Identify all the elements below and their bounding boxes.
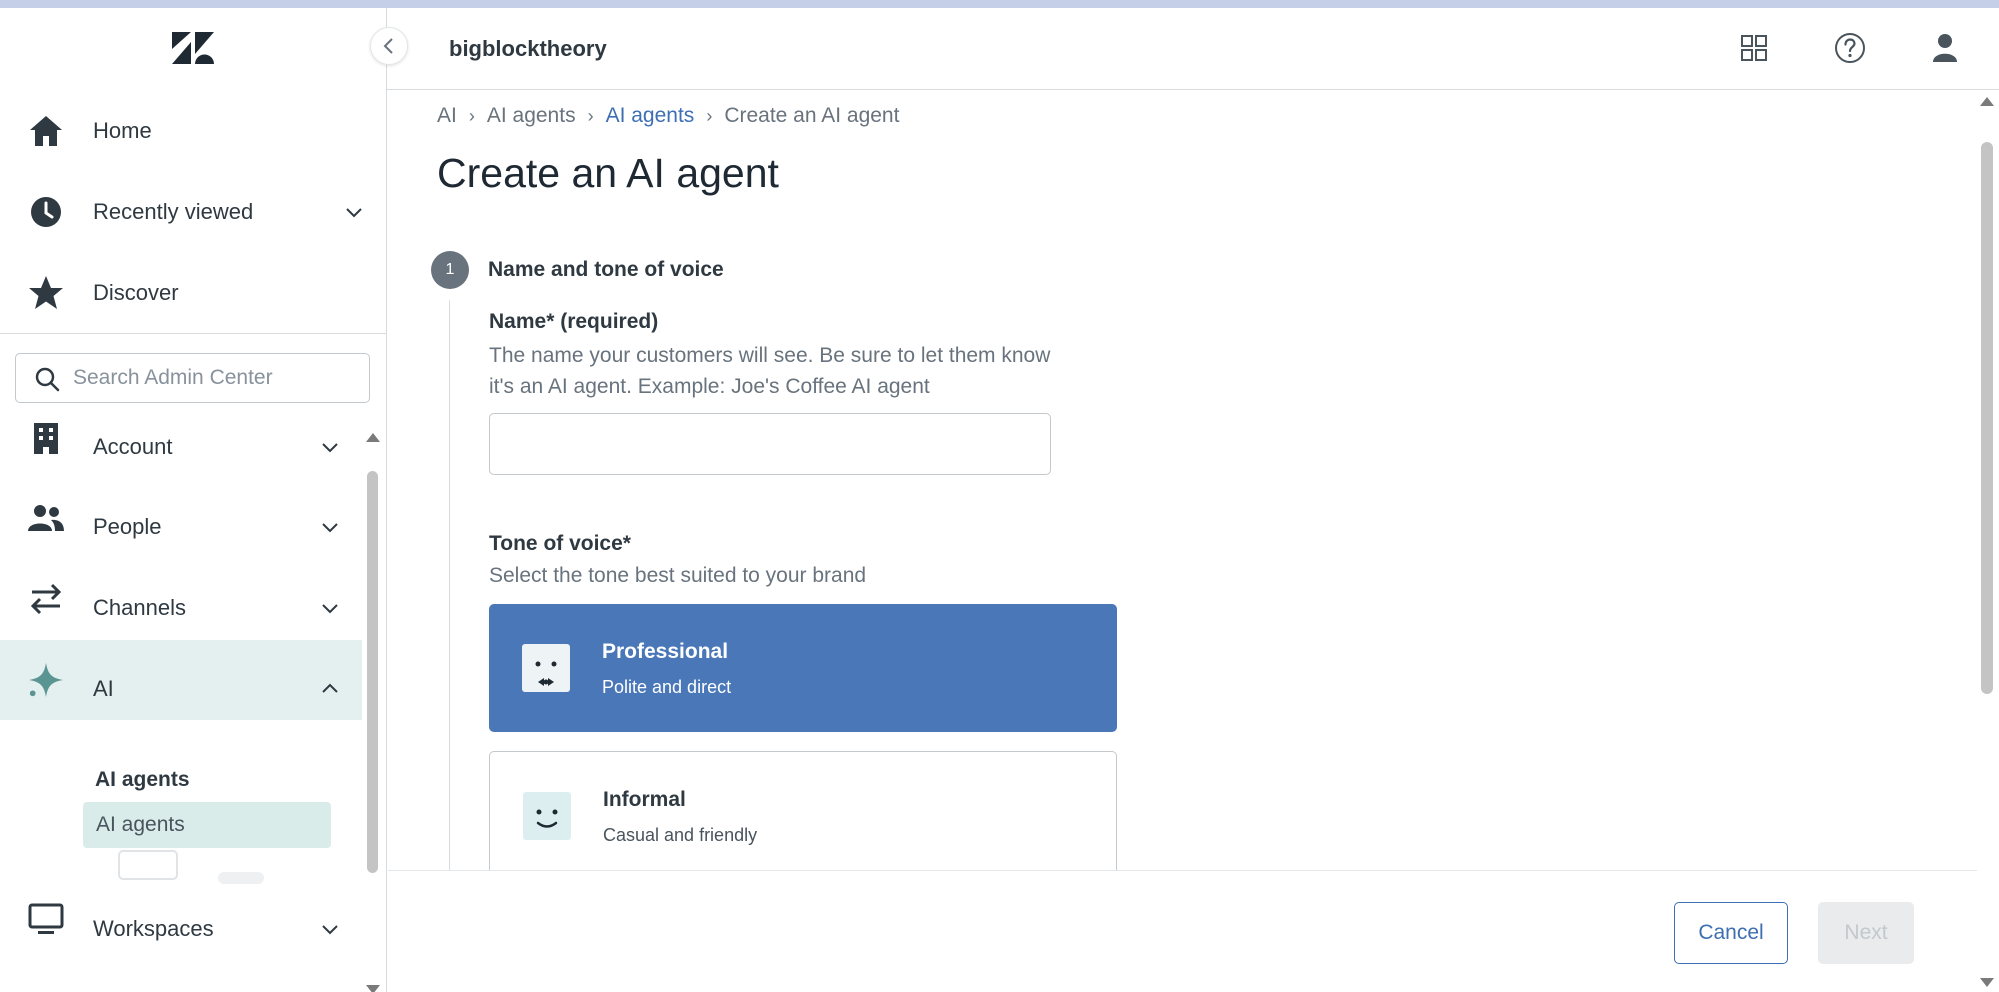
chevron-right-icon: › — [587, 105, 594, 126]
chevron-right-icon: › — [706, 105, 713, 126]
chevron-down-icon[interactable] — [319, 918, 341, 940]
sidebar-item-label: Channels — [93, 595, 186, 620]
professional-face-icon — [522, 644, 570, 692]
tone-field-hint: Select the tone best suited to your bran… — [489, 564, 867, 587]
sidebar-subitem-ai-agents[interactable]: AI agents — [83, 802, 331, 848]
chevron-left-icon — [383, 38, 393, 54]
chevron-down-icon[interactable] — [319, 436, 341, 458]
tone-option-professional[interactable]: Professional Polite and direct — [489, 604, 1117, 732]
chevron-up-icon[interactable] — [319, 678, 341, 700]
search-input[interactable] — [73, 362, 358, 394]
breadcrumb-current: Create an AI agent — [724, 104, 900, 127]
sidebar-item-label: Workspaces — [93, 916, 214, 941]
sidebar-item-label: Account — [93, 434, 173, 459]
people-icon — [27, 499, 65, 537]
sidebar-search — [15, 353, 370, 403]
form-footer: Cancel Next — [388, 870, 1977, 992]
tone-field-label: Tone of voice* — [489, 532, 631, 555]
sidebar-item-label: AI — [93, 676, 114, 701]
breadcrumb-link-ai-agents[interactable]: AI agents — [606, 104, 695, 128]
name-field-label: Name* (required) — [489, 310, 659, 333]
breadcrumb: AI › AI agents › AI agents › Create an A… — [437, 104, 899, 128]
tone-option-subtitle: Polite and direct — [602, 677, 732, 697]
main-content: AI › AI agents › AI agents › Create an A… — [388, 90, 1977, 870]
window-top-strip — [0, 0, 1999, 8]
building-icon — [27, 419, 65, 457]
sidebar-item-label: Recently viewed — [93, 199, 254, 224]
search-icon — [35, 367, 60, 392]
name-field-hint-line: The name your customers will see. Be sur… — [489, 344, 1051, 367]
sidebar-item-channels[interactable]: Channels — [0, 559, 362, 639]
cancel-button[interactable]: Cancel — [1674, 902, 1788, 964]
sidebar-item-label: Home — [93, 118, 152, 143]
account-name: bigblocktheory — [449, 36, 607, 61]
top-header: bigblocktheory — [387, 8, 1999, 90]
agent-name-input[interactable] — [489, 413, 1051, 475]
scroll-up-arrow-icon[interactable] — [1980, 97, 1994, 106]
sparkle-icon — [27, 661, 65, 699]
page-title: Create an AI agent — [437, 150, 779, 196]
sidebar-item-home[interactable]: Home — [0, 96, 386, 166]
drag-ghost-shape — [118, 850, 178, 880]
help-icon[interactable] — [1832, 30, 1868, 66]
apps-grid-icon[interactable] — [1736, 30, 1772, 66]
sidebar-item-workspaces[interactable]: Workspaces — [0, 880, 362, 960]
tone-option-informal[interactable]: Informal Casual and friendly — [489, 751, 1117, 870]
scroll-up-arrow-icon[interactable] — [366, 433, 380, 442]
star-icon — [27, 274, 65, 312]
main-scrollbar-thumb[interactable] — [1981, 142, 1993, 694]
sidebar-item-label: Discover — [93, 280, 179, 305]
monitor-icon — [27, 901, 65, 939]
step-connector-line — [449, 300, 450, 870]
tone-option-title: Professional — [602, 640, 729, 663]
next-button[interactable]: Next — [1818, 902, 1914, 964]
sidebar-item-people[interactable]: People — [0, 478, 362, 558]
sidebar-item-discover[interactable]: Discover — [0, 258, 386, 328]
step-title: Name and tone of voice — [488, 258, 724, 281]
sidebar-item-recently-viewed[interactable]: Recently viewed — [0, 177, 386, 247]
tone-option-subtitle: Casual and friendly — [603, 825, 758, 845]
name-field-hint: The name your customers will see. Be sur… — [489, 340, 1109, 402]
informal-face-icon — [523, 792, 571, 840]
ai-agents-group-title: AI agents — [95, 768, 190, 791]
breadcrumb-item-ai[interactable]: AI — [437, 104, 457, 128]
scroll-down-arrow-icon[interactable] — [1980, 978, 1994, 987]
chevron-down-icon[interactable] — [319, 597, 341, 619]
zendesk-logo[interactable] — [170, 30, 216, 66]
user-profile-icon[interactable] — [1927, 30, 1963, 66]
breadcrumb-item-ai-agents[interactable]: AI agents — [487, 104, 576, 128]
sidebar-subitem-label: AI agents — [96, 813, 185, 836]
name-field-hint-line: it's an AI agent. Example: Joe's Coffee … — [489, 375, 930, 398]
chevron-down-icon[interactable] — [343, 201, 365, 223]
home-icon — [27, 112, 65, 150]
sidebar-divider — [0, 333, 386, 334]
sidebar-item-account[interactable]: Account — [0, 398, 362, 478]
sidebar-scrollbar-thumb[interactable] — [367, 471, 378, 873]
tone-option-title: Informal — [603, 788, 686, 811]
sidebar-item-ai[interactable]: AI — [0, 640, 362, 720]
admin-sidebar: Home Recently viewed Discover Account Pe… — [0, 8, 387, 992]
arrows-icon — [27, 580, 65, 618]
clock-icon — [27, 193, 65, 231]
sidebar-item-label: People — [93, 514, 162, 539]
step-number-badge: 1 — [431, 251, 469, 289]
collapse-sidebar-button[interactable] — [370, 27, 408, 65]
chevron-right-icon: › — [468, 105, 475, 126]
scroll-down-arrow-icon[interactable] — [366, 985, 380, 992]
chevron-down-icon[interactable] — [319, 516, 341, 538]
